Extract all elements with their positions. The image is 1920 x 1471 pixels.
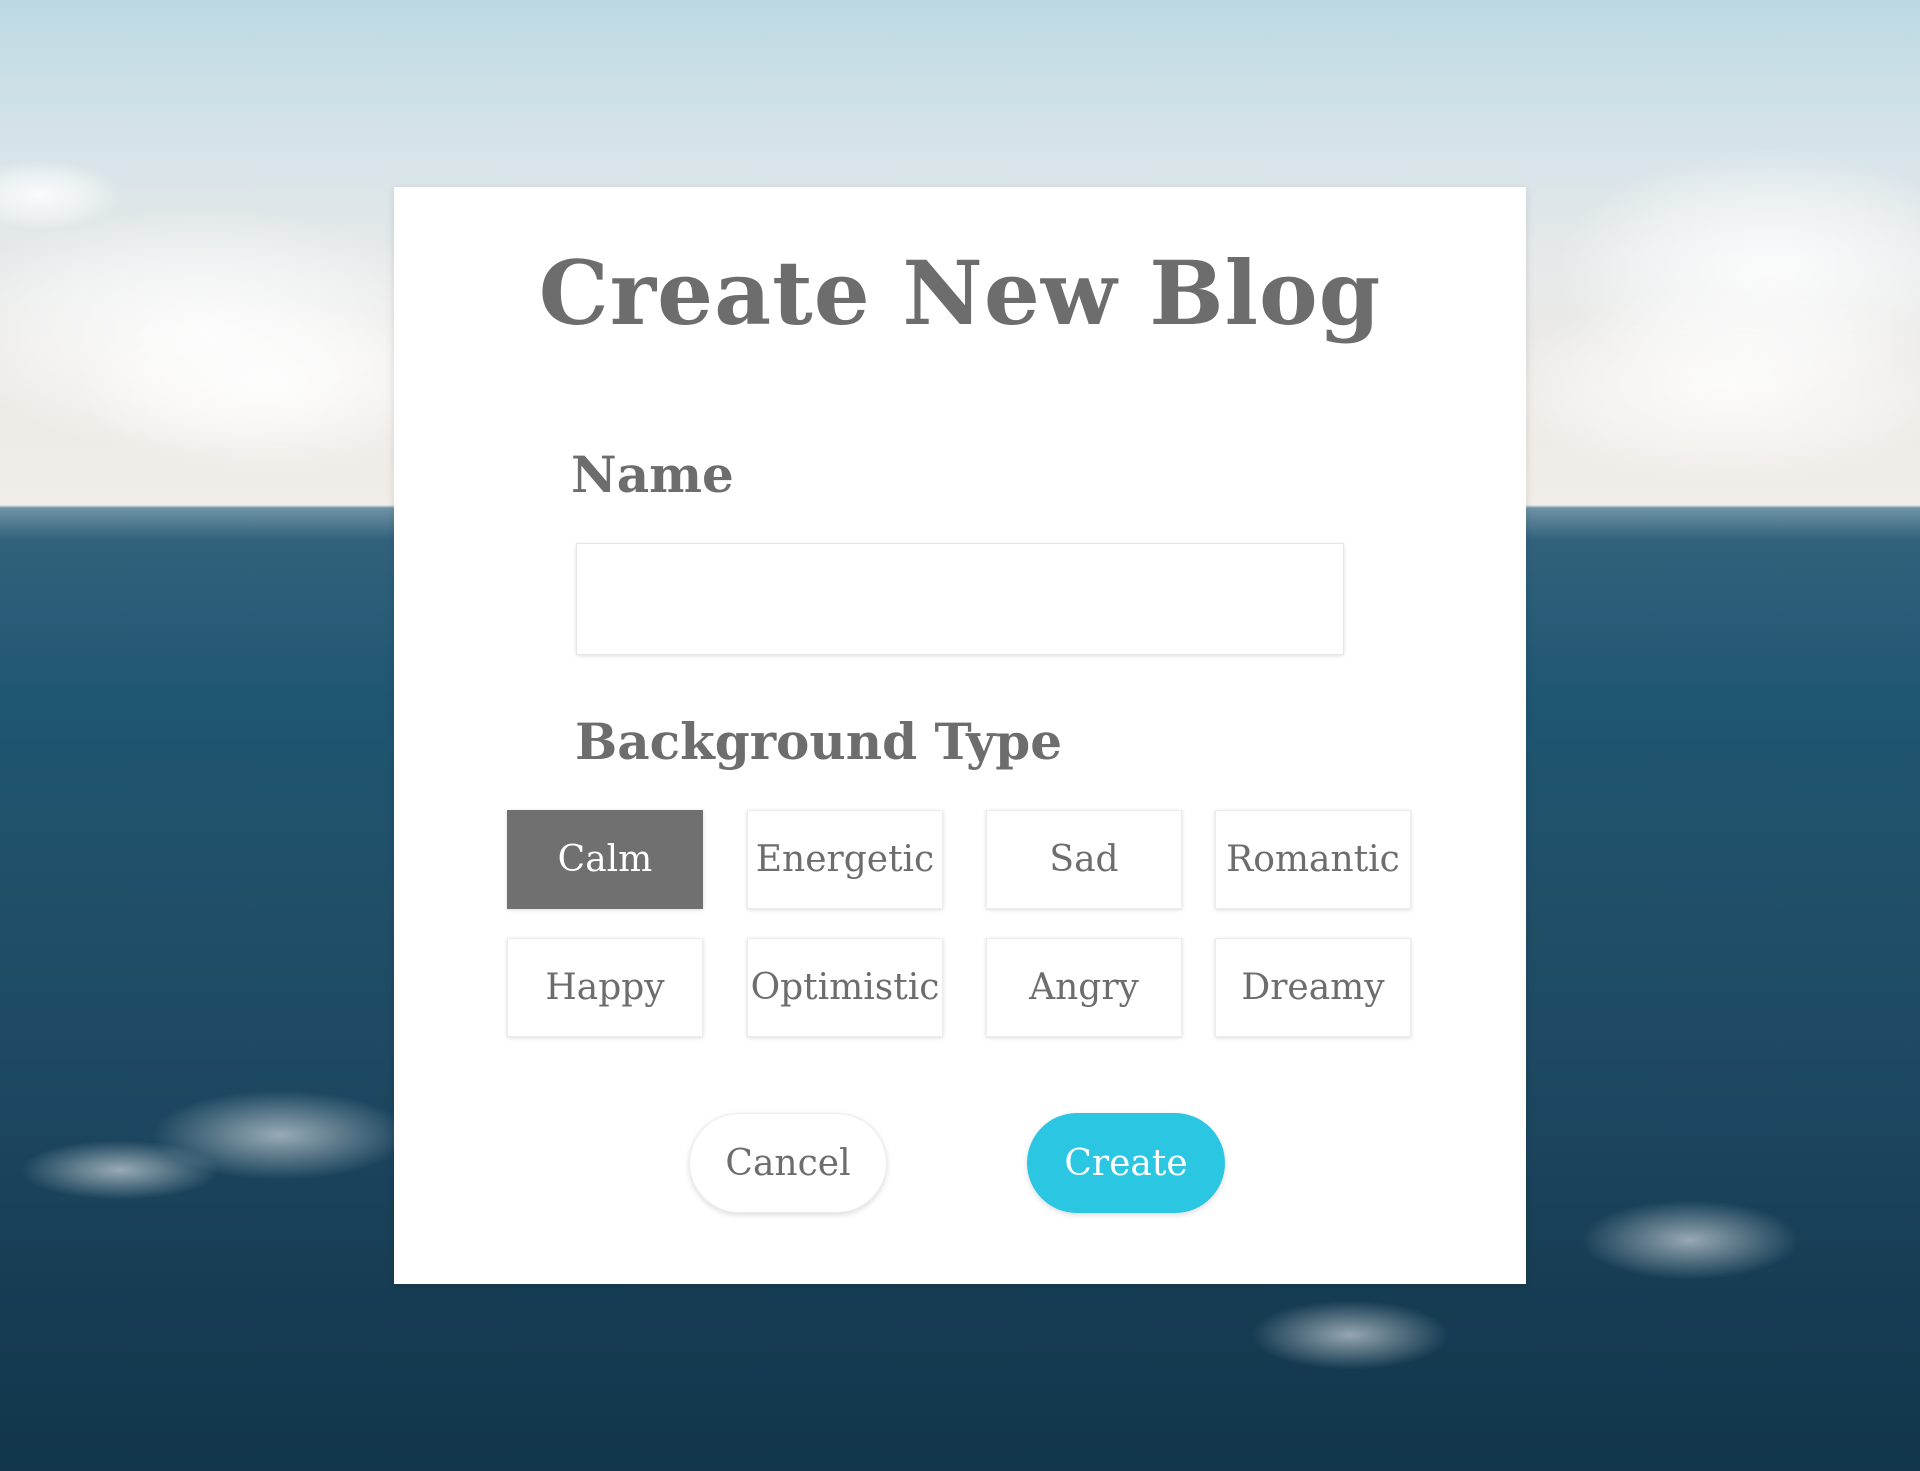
background-option-sad[interactable]: Sad (986, 810, 1182, 909)
background-option-happy[interactable]: Happy (507, 938, 703, 1037)
create-blog-dialog: Create New Blog Name Background Type Cal… (394, 187, 1526, 1284)
background-option-calm[interactable]: Calm (507, 810, 703, 909)
background-option-romantic[interactable]: Romantic (1215, 810, 1411, 909)
cloud (1500, 290, 1920, 480)
wave-foam (1580, 1200, 1800, 1280)
wave-foam (1250, 1300, 1450, 1370)
cancel-button[interactable]: Cancel (689, 1113, 887, 1213)
wave-foam (20, 1140, 220, 1200)
background-option-optimistic[interactable]: Optimistic (747, 938, 943, 1037)
background-option-energetic[interactable]: Energetic (747, 810, 943, 909)
blog-name-input[interactable] (576, 543, 1344, 655)
dialog-title: Create New Blog (538, 241, 1382, 345)
background-option-dreamy[interactable]: Dreamy (1215, 938, 1411, 1037)
background-option-angry[interactable]: Angry (986, 938, 1182, 1037)
background-type-label: Background Type (575, 712, 1063, 771)
create-button[interactable]: Create (1027, 1113, 1225, 1213)
name-label: Name (571, 445, 734, 504)
